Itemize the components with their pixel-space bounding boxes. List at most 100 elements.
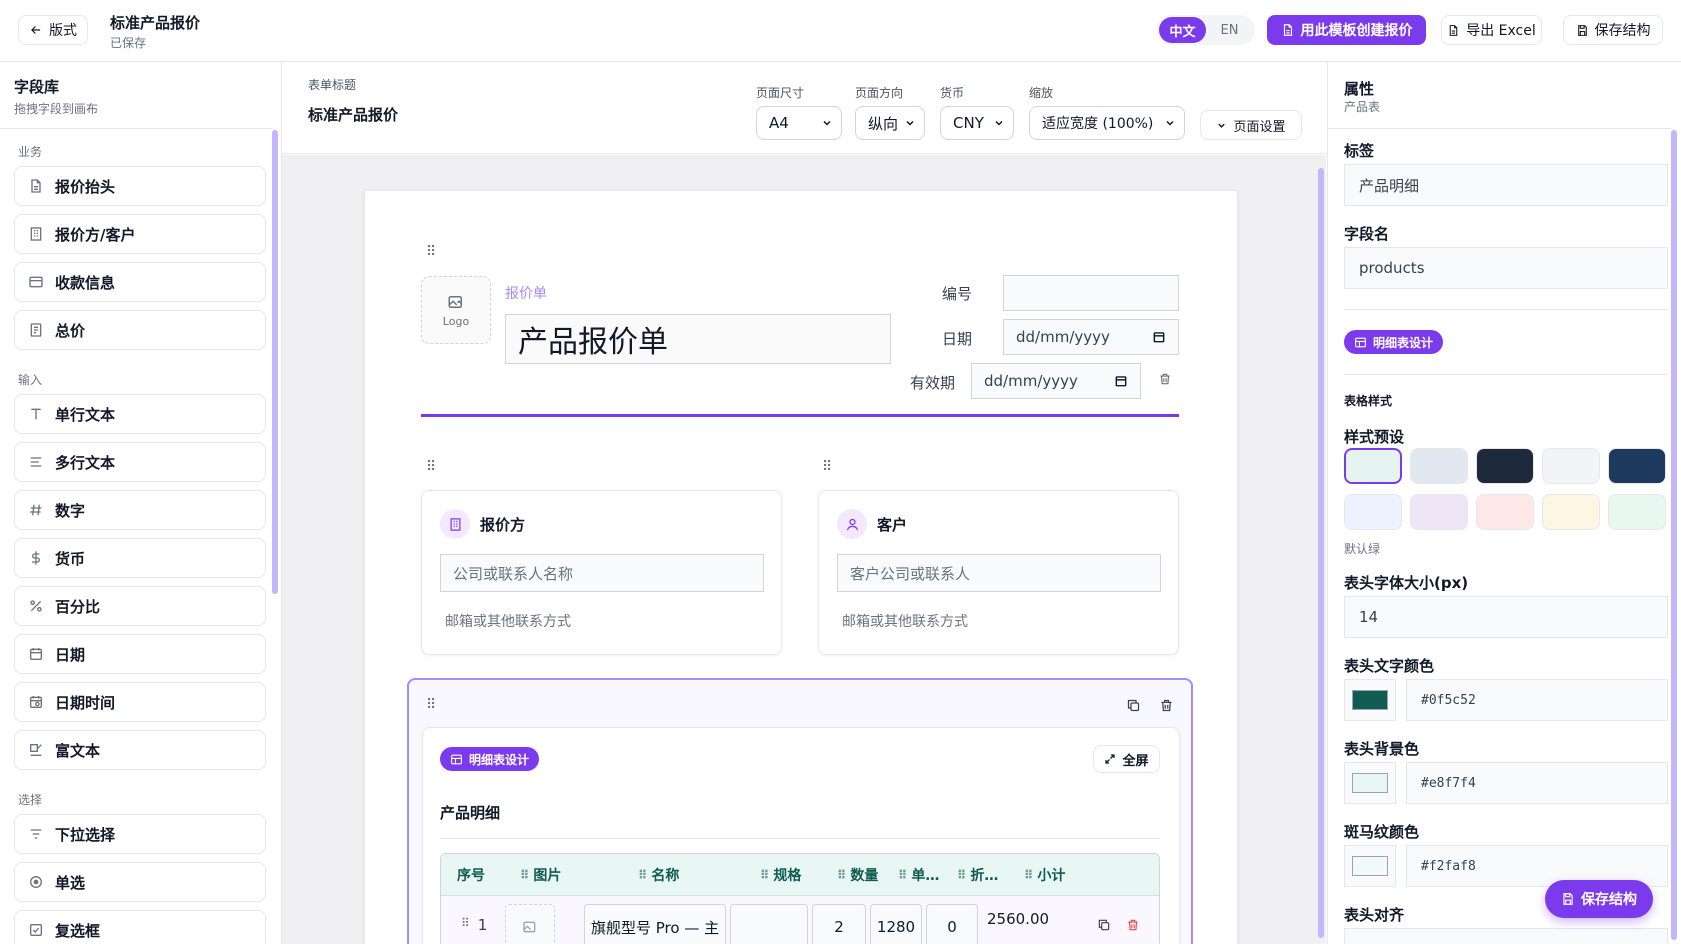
language-toggle[interactable]: 中文 EN: [1157, 15, 1255, 45]
preset-swatch-mint[interactable]: [1608, 494, 1666, 530]
column-header[interactable]: ⠿ 数量: [837, 854, 895, 896]
drag-handle-icon[interactable]: ⠿: [426, 697, 436, 713]
drag-handle-icon[interactable]: ⠿: [822, 459, 832, 475]
field-dropdown[interactable]: 下拉选择: [14, 814, 266, 854]
field-rich-text[interactable]: 富文本: [14, 730, 266, 770]
field-payment-info[interactable]: 收款信息: [14, 262, 266, 302]
copy-icon[interactable]: [1126, 698, 1141, 713]
create-quote-button[interactable]: 用此模板创建报价: [1267, 15, 1426, 45]
zoom-label: 缩放: [1029, 86, 1054, 100]
row-discount-input[interactable]: 0: [926, 904, 978, 944]
detail-design-button[interactable]: 明细表设计: [1344, 330, 1444, 354]
row-price-input[interactable]: 1280: [870, 904, 922, 944]
preset-swatch-lavender[interactable]: [1410, 494, 1468, 530]
preset-swatch-default-green[interactable]: [1344, 448, 1402, 484]
header-align-select[interactable]: [1344, 928, 1668, 944]
calendar-icon[interactable]: [1152, 330, 1166, 344]
hex-input[interactable]: #0f5c52: [1406, 679, 1668, 721]
field-name-input[interactable]: products: [1344, 247, 1668, 289]
validity-input[interactable]: dd/mm/yyyy: [971, 363, 1141, 399]
row-spec-input[interactable]: [730, 904, 808, 944]
header-font-input[interactable]: 14: [1344, 596, 1668, 638]
field-datetime[interactable]: 日期时间: [14, 682, 266, 722]
field-checkbox[interactable]: 复选框: [14, 910, 266, 944]
column-header[interactable]: ⠿ 单…: [898, 854, 953, 896]
preset-swatch-slate[interactable]: [1410, 448, 1468, 484]
save-structure-button[interactable]: 保存结构: [1563, 15, 1663, 45]
preset-swatch-gray[interactable]: [1542, 448, 1600, 484]
preset-swatch-indigo[interactable]: [1344, 494, 1402, 530]
field-total-price[interactable]: 总价: [14, 310, 266, 350]
copy-icon[interactable]: [1097, 918, 1111, 932]
row-qty-input[interactable]: 2: [812, 904, 866, 944]
drag-handle-icon[interactable]: ⠿: [426, 244, 436, 260]
drag-handle-icon[interactable]: ⠿: [426, 459, 436, 475]
color-picker[interactable]: [1344, 762, 1396, 804]
row-image-upload[interactable]: [505, 904, 555, 944]
row-index[interactable]: ⠿ 1: [461, 916, 487, 934]
export-excel-button[interactable]: 导出 Excel: [1441, 15, 1542, 45]
customer-name-input[interactable]: 客户公司或联系人: [837, 554, 1161, 592]
canvas-scrollbar[interactable]: [1318, 158, 1324, 944]
preset-swatch-cream[interactable]: [1542, 494, 1600, 530]
column-header[interactable]: ⠿ 图片: [520, 854, 620, 896]
doc-type-label: 报价单: [505, 286, 547, 302]
zoom-select[interactable]: 适应宽度 (100%): [1029, 106, 1185, 140]
field-radio[interactable]: 单选: [14, 862, 266, 902]
field-percent[interactable]: 百分比: [14, 586, 266, 626]
row-name-input[interactable]: 旗舰型号 Pro — 主: [584, 904, 726, 944]
color-picker[interactable]: [1344, 679, 1396, 721]
column-header[interactable]: ⠿ 折…: [957, 854, 1012, 896]
label-input[interactable]: 产品明细: [1344, 164, 1668, 206]
logo-upload[interactable]: Logo: [421, 276, 491, 344]
currency-select[interactable]: CNY: [940, 106, 1014, 140]
field-single-text[interactable]: 单行文本: [14, 394, 266, 434]
date-placeholder: dd/mm/yyyy: [1016, 328, 1110, 346]
calendar-icon[interactable]: [1114, 374, 1128, 388]
lang-en-option[interactable]: EN: [1206, 17, 1253, 43]
preset-swatch-navy[interactable]: [1608, 448, 1666, 484]
customer-contact-input[interactable]: 邮箱或其他联系方式: [842, 611, 968, 631]
doc-title-input[interactable]: 产品报价单: [505, 314, 891, 364]
orientation-select[interactable]: 纵向: [855, 106, 925, 140]
field-currency[interactable]: 货币: [14, 538, 266, 578]
field-number[interactable]: 数字: [14, 490, 266, 530]
quoter-contact-input[interactable]: 邮箱或其他联系方式: [445, 611, 571, 631]
page-size-select[interactable]: A4: [756, 106, 842, 140]
page-setup-label: 页面设置: [1233, 119, 1286, 135]
trash-icon[interactable]: [1126, 918, 1140, 932]
lang-zh-option[interactable]: 中文: [1159, 17, 1206, 43]
column-header[interactable]: ⠿ 规格: [760, 854, 840, 896]
grip-icon: ⠿: [957, 868, 967, 882]
trash-icon[interactable]: [1159, 698, 1174, 713]
field-multi-text[interactable]: 多行文本: [14, 442, 266, 482]
back-button[interactable]: 版式: [18, 15, 88, 45]
header-accent-line: [421, 414, 1179, 417]
fullscreen-button[interactable]: 全屏: [1093, 745, 1160, 773]
field-date[interactable]: 日期: [14, 634, 266, 674]
number-input[interactable]: [1003, 275, 1179, 311]
trash-icon[interactable]: [1158, 372, 1172, 386]
field-quoter-customer[interactable]: 报价方/客户: [14, 214, 266, 254]
quoter-name-input[interactable]: 公司或联系人名称: [440, 554, 764, 592]
column-header[interactable]: ⠿ 小计: [1024, 854, 1104, 896]
image-upload-icon: [447, 293, 465, 311]
field-quote-header[interactable]: 报价抬头: [14, 166, 266, 206]
form-title-value[interactable]: 标准产品报价: [308, 104, 398, 125]
page-setup-button[interactable]: 页面设置: [1200, 110, 1302, 140]
export-excel-label: 导出 Excel: [1466, 23, 1536, 39]
hex-input[interactable]: #e8f7f4: [1406, 762, 1668, 804]
floating-save-button[interactable]: 保存结构: [1545, 880, 1653, 918]
preset-swatch-rose[interactable]: [1476, 494, 1534, 530]
floating-save-label: 保存结构: [1581, 892, 1637, 908]
preset-swatch-dark[interactable]: [1476, 448, 1534, 484]
color-picker[interactable]: [1344, 845, 1396, 887]
detail-design-pill[interactable]: 明细表设计: [440, 747, 540, 771]
library-scrollbar[interactable]: [272, 130, 278, 594]
field-label: 收款信息: [55, 273, 116, 292]
column-header[interactable]: ⠿ 名称: [638, 854, 748, 896]
properties-scrollbar[interactable]: [1671, 130, 1677, 940]
date-input[interactable]: dd/mm/yyyy: [1003, 319, 1179, 355]
grip-icon: ⠿: [638, 868, 648, 882]
column-header[interactable]: 序号: [457, 854, 517, 896]
